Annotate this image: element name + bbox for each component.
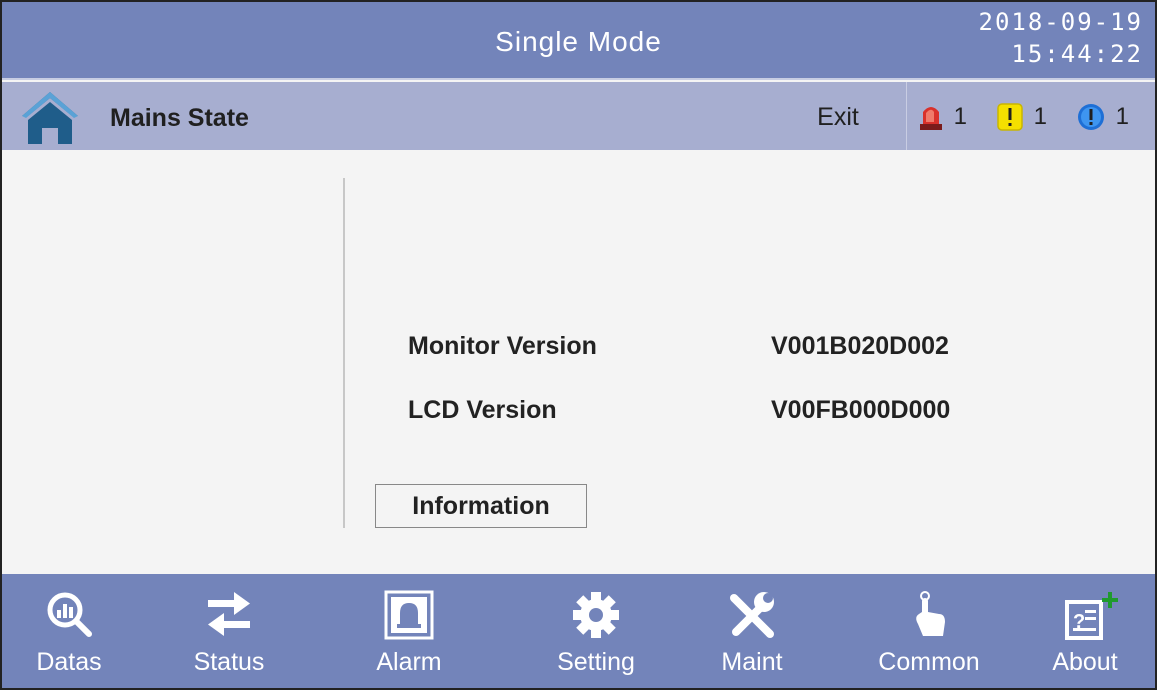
panel-divider bbox=[343, 178, 345, 528]
lcd-version-value: V00FB000D000 bbox=[771, 396, 951, 424]
nav-datas[interactable]: Datas bbox=[2, 574, 144, 688]
info-alarm-indicator[interactable]: 1 bbox=[1077, 101, 1129, 131]
time-text: 15:44:22 bbox=[1011, 40, 1143, 68]
nav-common[interactable]: Common bbox=[854, 574, 1004, 688]
nav-label-about: About bbox=[1052, 648, 1118, 676]
lcd-version-label: LCD Version bbox=[408, 396, 557, 424]
alarm-summary: 1 1 1 bbox=[906, 82, 1155, 150]
nav-maint[interactable]: Maint bbox=[677, 574, 827, 688]
information-button[interactable]: Information bbox=[375, 484, 587, 528]
state-label: Mains State bbox=[110, 104, 249, 132]
datas-icon bbox=[47, 592, 92, 637]
datetime-display: 2018-09-19 15:44:22 bbox=[979, 6, 1144, 70]
state-bar: Mains State Exit 1 1 1 bbox=[2, 82, 1155, 150]
warning-alarm-indicator[interactable]: 1 bbox=[997, 101, 1047, 131]
critical-alarm-count: 1 bbox=[953, 102, 968, 130]
warning-icon bbox=[997, 102, 1023, 131]
nav-status[interactable]: Status bbox=[154, 574, 304, 688]
nav-setting[interactable]: Setting bbox=[521, 574, 671, 688]
alarm-icon bbox=[384, 590, 434, 640]
date-text: 2018-09-19 bbox=[978, 8, 1143, 36]
about-icon: ? bbox=[1065, 592, 1118, 640]
status-icon bbox=[208, 592, 250, 636]
siren-icon bbox=[920, 106, 942, 130]
info-icon bbox=[1078, 103, 1104, 130]
nav-label-status: Status bbox=[193, 648, 265, 676]
critical-alarm-indicator[interactable]: 1 bbox=[919, 101, 967, 131]
maint-icon bbox=[730, 592, 774, 638]
nav-alarm[interactable]: Alarm bbox=[334, 574, 484, 688]
info-alarm-count: 1 bbox=[1115, 102, 1130, 130]
version-panel: Monitor Version V001B020D002 LCD Version… bbox=[2, 150, 1155, 574]
bottom-nav: Datas Status Alarm Setting Maint Common … bbox=[2, 574, 1155, 688]
monitor-version-value: V001B020D002 bbox=[771, 332, 949, 360]
setting-icon bbox=[573, 592, 619, 638]
app-window: Single Mode 2018-09-19 15:44:22 Mains St… bbox=[0, 0, 1157, 690]
nav-about[interactable]: ? About bbox=[1010, 574, 1155, 688]
nav-label-alarm: Alarm bbox=[376, 648, 442, 676]
warning-alarm-count: 1 bbox=[1033, 102, 1048, 130]
nav-label-maint: Maint bbox=[721, 648, 783, 676]
nav-label-common: Common bbox=[878, 648, 980, 676]
monitor-version-label: Monitor Version bbox=[408, 332, 597, 360]
nav-label-datas: Datas bbox=[36, 648, 102, 676]
nav-label-setting: Setting bbox=[557, 648, 635, 676]
exit-button[interactable]: Exit bbox=[800, 96, 876, 138]
home-icon[interactable] bbox=[18, 88, 82, 146]
title-bar: Single Mode 2018-09-19 15:44:22 bbox=[2, 2, 1155, 80]
common-icon bbox=[916, 591, 945, 636]
